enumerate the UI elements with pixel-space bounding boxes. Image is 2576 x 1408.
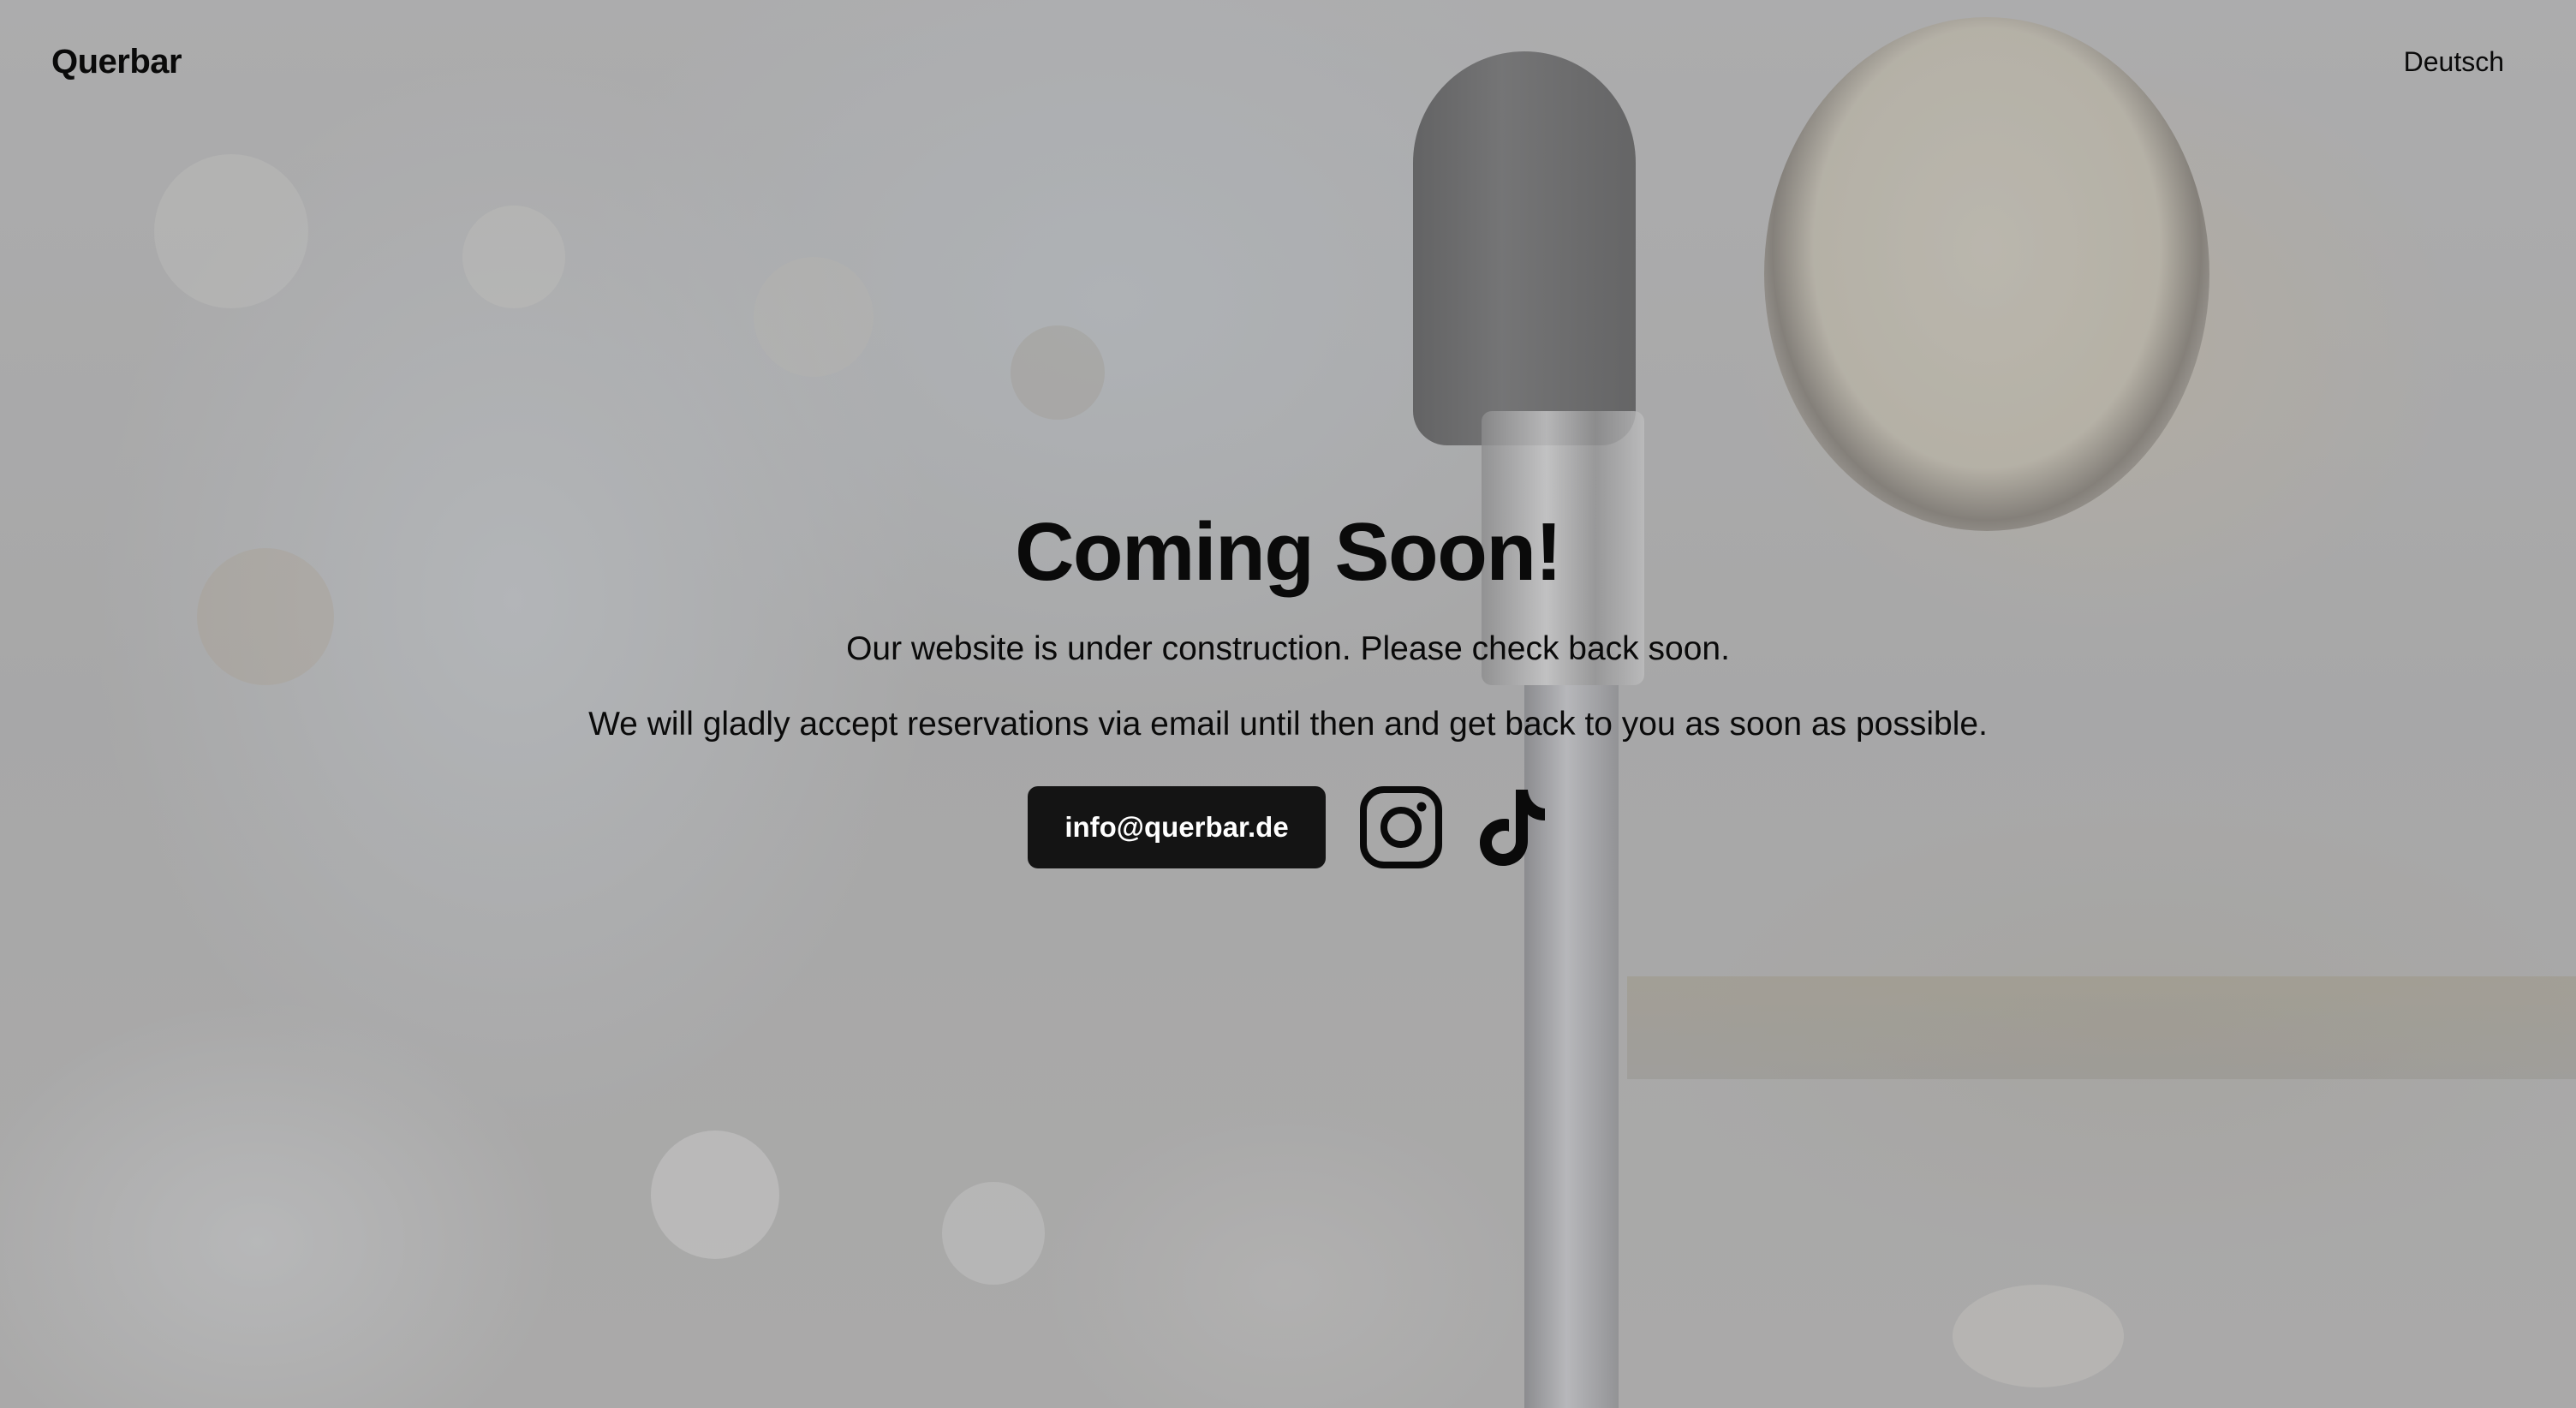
contact-actions: info@querbar.de (0, 785, 2576, 870)
construction-message: Our website is under construction. Pleas… (846, 630, 1730, 667)
coming-soon-section: Coming Soon! Our website is under constr… (0, 505, 2576, 870)
brand-logo[interactable]: Querbar (51, 43, 182, 81)
language-switch-link[interactable]: Deutsch (2404, 46, 2504, 78)
page-title: Coming Soon! (1015, 506, 1562, 598)
tiktok-icon (1480, 790, 1545, 866)
email-button[interactable]: info@querbar.de (1028, 786, 1326, 868)
reservation-message: We will gladly accept reservations via e… (588, 706, 1988, 743)
tiktok-link[interactable] (1476, 785, 1548, 870)
instagram-link[interactable] (1358, 785, 1444, 870)
instagram-icon (1360, 786, 1442, 868)
site-header: Querbar Deutsch (0, 0, 2576, 125)
